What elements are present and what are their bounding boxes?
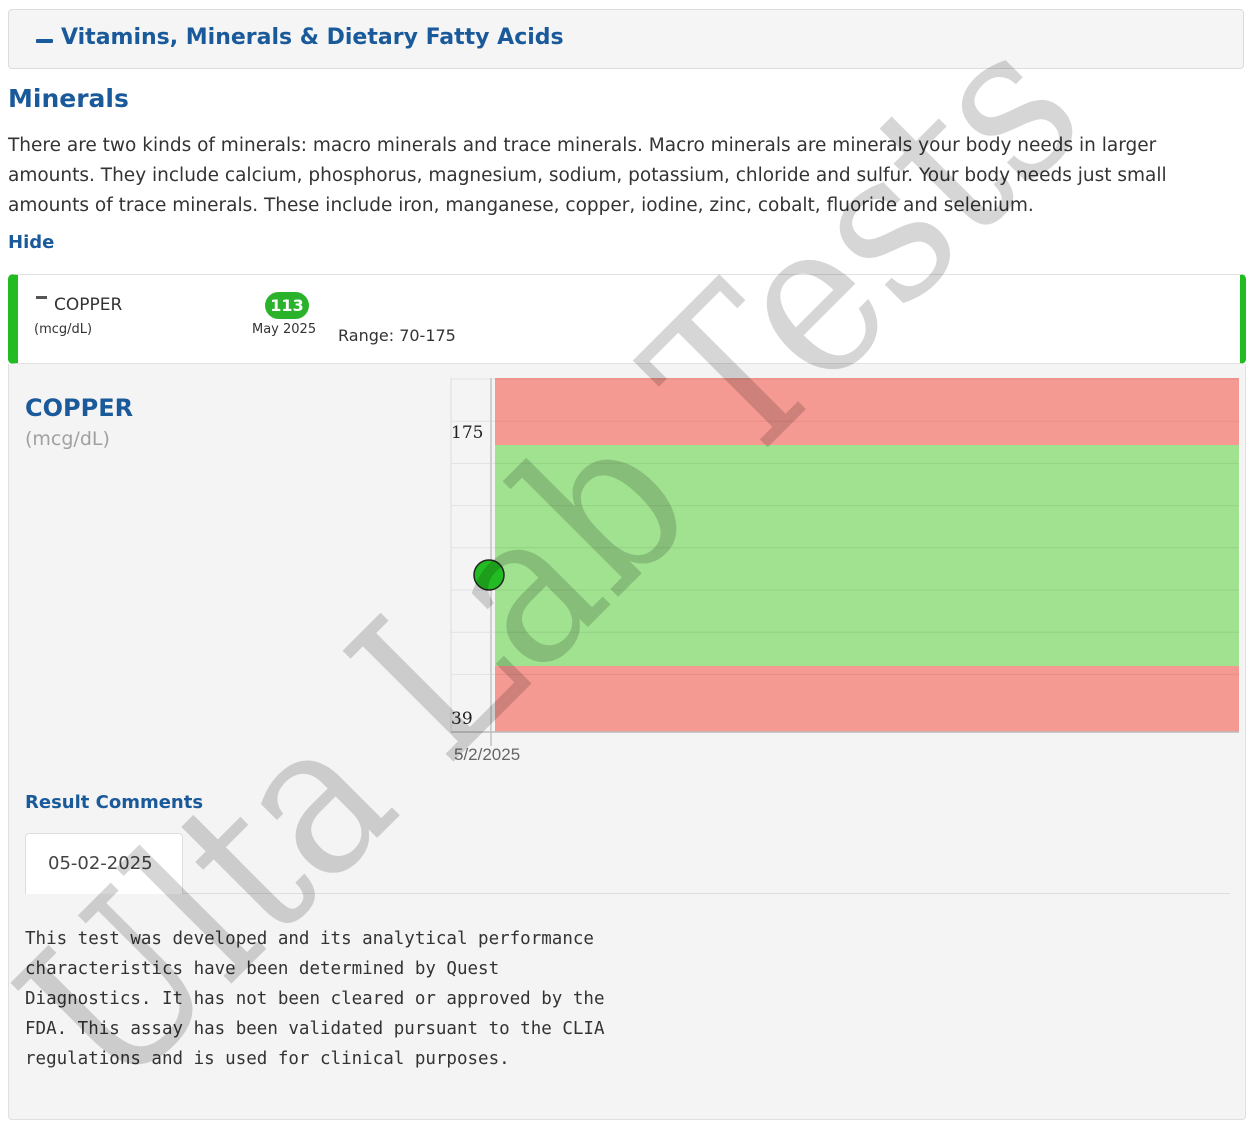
minerals-description: There are two kinds of minerals: macro m… — [8, 135, 1167, 216]
reference-range: Range: 70-175 — [338, 326, 456, 345]
section-title[interactable]: Vitamins, Minerals & Dietary Fatty Acids — [61, 25, 564, 50]
result-history-chart: 175 39 5/2/2025 — [450, 378, 1239, 764]
test-row-copper[interactable]: COPPER (mcg/dL) 113 May 2025 Range: 70-1… — [8, 274, 1246, 364]
data-point — [473, 559, 505, 591]
result-value-badge: 113 — [265, 292, 309, 319]
x-tick-label: 5/2/2025 — [454, 745, 520, 764]
out-of-range-high-band — [495, 378, 1239, 445]
minerals-heading: Minerals — [8, 84, 129, 113]
tab-label[interactable]: 05-02-2025 — [48, 853, 153, 874]
y-tick-label: 39 — [451, 709, 473, 729]
detail-unit: (mcg/dL) — [25, 428, 110, 450]
test-name: COPPER — [54, 295, 123, 315]
result-date: May 2025 — [252, 322, 317, 337]
collapse-dash-icon[interactable] — [36, 296, 47, 299]
section-header-vitamins-minerals[interactable]: Vitamins, Minerals & Dietary Fatty Acids — [8, 9, 1244, 69]
tab-divider — [183, 893, 1230, 894]
test-unit: (mcg/dL) — [34, 322, 93, 337]
normal-range-band — [495, 445, 1239, 666]
collapse-minus-icon[interactable] — [36, 39, 53, 43]
out-of-range-low-band — [495, 666, 1239, 732]
detail-panel: COPPER (mcg/dL) 175 39 5/2/2025 Result Com… — [8, 364, 1246, 1120]
detail-title: COPPER — [25, 394, 134, 422]
y-tick-label: 175 — [451, 423, 483, 443]
hide-link[interactable]: Hide — [8, 232, 54, 253]
result-comments-heading: Result Comments — [25, 792, 204, 813]
tab-comment-date[interactable]: 05-02-2025 — [25, 833, 183, 894]
result-comment-text: This test was developed and its analytic… — [25, 929, 605, 1069]
